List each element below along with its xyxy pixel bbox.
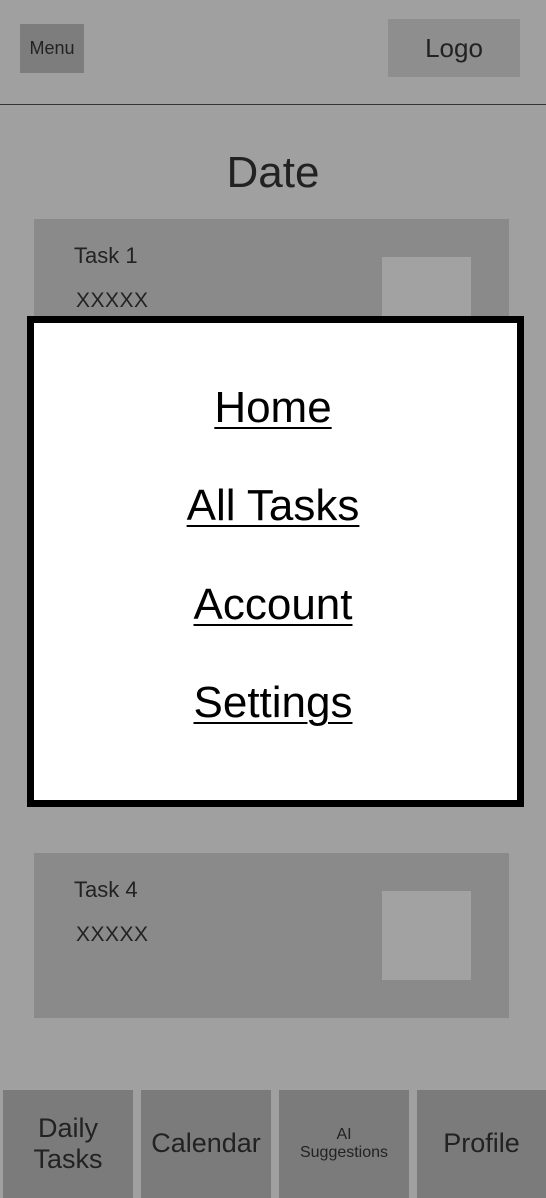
nav-tab-calendar[interactable]: Calendar — [141, 1090, 271, 1198]
task-description-1: XXXXX — [76, 289, 149, 312]
menu-button-label: Menu — [29, 38, 75, 58]
menu-item-account[interactable]: Account — [0, 580, 546, 630]
nav-tab-ai-suggestions-label: AI Suggestions — [299, 1125, 389, 1161]
nav-tab-profile-label: Profile — [443, 1128, 520, 1159]
logo: Logo — [388, 19, 520, 77]
task-description-4: XXXXX — [76, 923, 149, 946]
task-checkbox-4[interactable] — [382, 891, 471, 980]
nav-tab-ai-suggestions[interactable]: AI Suggestions — [279, 1090, 409, 1198]
header-divider — [0, 104, 546, 105]
task-title-4: Task 4 — [74, 877, 138, 902]
nav-tab-daily-tasks[interactable]: Daily Tasks — [3, 1090, 133, 1198]
logo-label: Logo — [425, 32, 483, 63]
task-title-1: Task 1 — [74, 243, 138, 268]
menu-item-home[interactable]: Home — [0, 383, 546, 433]
nav-tab-calendar-label: Calendar — [151, 1128, 261, 1159]
nav-tab-daily-tasks-label: Daily Tasks — [33, 1112, 103, 1174]
date-title: Date — [226, 148, 320, 197]
menu-item-settings[interactable]: Settings — [0, 678, 546, 728]
menu-button[interactable]: Menu — [20, 24, 84, 73]
menu-item-all-tasks[interactable]: All Tasks — [0, 481, 546, 531]
nav-tab-profile[interactable]: Profile — [417, 1090, 546, 1198]
